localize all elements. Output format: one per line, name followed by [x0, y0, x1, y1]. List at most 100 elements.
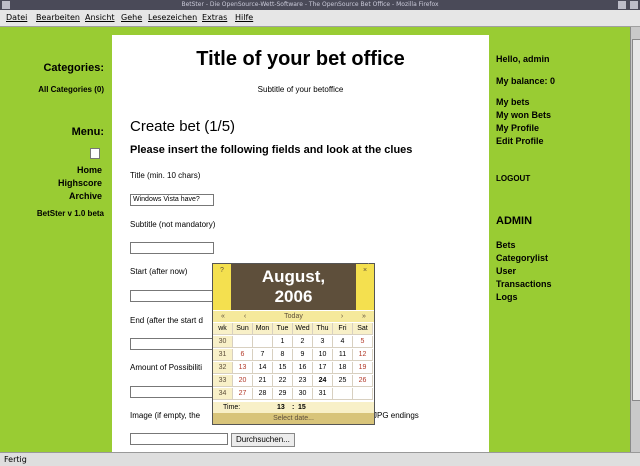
my-profile-link[interactable]: My Profile	[496, 123, 539, 133]
day-cell[interactable]: 16	[293, 362, 313, 374]
menu-hilfe[interactable]: Hilfe	[235, 13, 253, 22]
day-cell[interactable]: 22	[273, 375, 293, 387]
day-cell[interactable]: 1	[273, 336, 293, 348]
calendar-week-row: 34 27 28 29 30 31	[213, 388, 374, 401]
calendar-week-row: 31 6 7 8 9 10 11 12	[213, 349, 374, 362]
minute-field[interactable]: 15	[298, 402, 306, 413]
admin-user-link[interactable]: User	[496, 266, 516, 276]
day-cell[interactable]: 21	[253, 375, 273, 387]
day-cell	[353, 388, 373, 400]
next-year-button[interactable]: »	[356, 311, 372, 322]
prev-month-button[interactable]: ‹	[237, 311, 253, 322]
day-cell[interactable]: 12	[353, 349, 373, 361]
day-cell[interactable]: 24	[313, 375, 333, 387]
day-cell[interactable]: 11	[333, 349, 353, 361]
day-cell[interactable]: 3	[313, 336, 333, 348]
menubar: Datei Bearbeiten Ansicht Gehe Lesezeiche…	[0, 10, 640, 27]
calendar-help-button[interactable]: ?	[213, 264, 231, 310]
admin-heading: ADMIN	[496, 215, 533, 227]
window-title: BetSter - Die OpenSource-Wett-Software -…	[181, 1, 439, 8]
close-window-icon[interactable]	[630, 1, 638, 9]
prev-year-button[interactable]: «	[215, 311, 231, 322]
subtitle-input[interactable]	[130, 242, 214, 254]
image-file-input[interactable]	[130, 433, 228, 445]
menu-datei[interactable]: Datei	[6, 13, 27, 22]
day-cell[interactable]: 29	[273, 388, 293, 400]
day-cell[interactable]: 20	[233, 375, 253, 387]
hour-field[interactable]: 13	[277, 402, 285, 413]
day-cell	[233, 336, 253, 348]
menu-gehe[interactable]: Gehe	[121, 13, 142, 22]
minimize-icon[interactable]	[618, 1, 626, 9]
day-cell[interactable]: 19	[353, 362, 373, 374]
day-cell[interactable]: 23	[293, 375, 313, 387]
logout-link[interactable]: LOGOUT	[496, 174, 530, 183]
admin-categorylist-link[interactable]: Categorylist	[496, 253, 548, 263]
end-input[interactable]	[130, 338, 214, 350]
next-month-button[interactable]: ›	[334, 311, 350, 322]
today-button[interactable]: Today	[257, 311, 330, 322]
day-cell	[253, 336, 273, 348]
day-cell[interactable]: 4	[333, 336, 353, 348]
create-bet-heading: Create bet (1/5)	[130, 118, 236, 135]
image-icon	[90, 148, 100, 159]
day-cell[interactable]: 17	[313, 362, 333, 374]
day-cell[interactable]: 14	[253, 362, 273, 374]
nav-highscore-link[interactable]: Highscore	[58, 178, 102, 188]
weekday-header-cell: Tue	[273, 323, 293, 335]
day-cell[interactable]: 10	[313, 349, 333, 361]
calendar-year: 2006	[274, 287, 313, 306]
amount-input[interactable]	[130, 386, 214, 398]
nav-home-link[interactable]: Home	[77, 165, 102, 175]
calendar-week-row: 30 1 2 3 4 5	[213, 336, 374, 349]
day-cell[interactable]: 13	[233, 362, 253, 374]
scrollbar-thumb[interactable]	[632, 39, 640, 401]
week-number-cell: 33	[213, 375, 233, 387]
nav-archive-link[interactable]: Archive	[69, 191, 102, 201]
calendar-week-row: 33 20 21 22 23 24 25 26	[213, 375, 374, 388]
edit-profile-link[interactable]: Edit Profile	[496, 136, 544, 146]
my-bets-link[interactable]: My bets	[496, 97, 530, 107]
menu-extras[interactable]: Extras	[202, 13, 227, 22]
menu-lesezeichen[interactable]: Lesezeichen	[148, 13, 197, 22]
time-label: Time:	[223, 404, 241, 411]
end-label: End (after the start d	[130, 316, 203, 325]
menu-ansicht[interactable]: Ansicht	[85, 13, 115, 22]
day-cell[interactable]: 30	[293, 388, 313, 400]
day-cell[interactable]: 9	[293, 349, 313, 361]
start-input[interactable]	[130, 290, 214, 302]
calendar-month: August,	[261, 267, 326, 286]
day-cell[interactable]: 8	[273, 349, 293, 361]
day-cell[interactable]: 7	[253, 349, 273, 361]
all-categories-link[interactable]: All Categories (0)	[38, 85, 104, 94]
day-cell[interactable]: 26	[353, 375, 373, 387]
calendar-week-row: 32 13 14 15 16 17 18 19	[213, 362, 374, 375]
day-cell[interactable]: 31	[313, 388, 333, 400]
vertical-scrollbar[interactable]	[630, 27, 640, 452]
menu-bearbeiten[interactable]: Bearbeiten	[36, 13, 80, 22]
day-cell[interactable]: 2	[293, 336, 313, 348]
title-input[interactable]: Windows Vista have?	[130, 194, 214, 206]
day-cell[interactable]: 6	[233, 349, 253, 361]
day-cell[interactable]: 25	[333, 375, 353, 387]
browse-button[interactable]: Durchsuchen...	[231, 433, 295, 447]
admin-bets-link[interactable]: Bets	[496, 240, 516, 250]
week-number-cell: 32	[213, 362, 233, 374]
window-menu-icon[interactable]	[2, 1, 10, 9]
status-text: Fertig	[4, 455, 27, 464]
calendar-nav: « ‹ Today › »	[213, 311, 374, 322]
day-cell[interactable]: 5	[353, 336, 373, 348]
day-cell[interactable]: 15	[273, 362, 293, 374]
page-title: Title of your bet office	[196, 48, 405, 70]
weekday-header-cell: Sat	[353, 323, 373, 335]
instruction-text: Please insert the following fields and l…	[130, 144, 413, 156]
my-won-bets-link[interactable]: My won Bets	[496, 110, 551, 120]
day-cell[interactable]: 27	[233, 388, 253, 400]
image-label-end: JPG endings	[373, 411, 419, 420]
admin-transactions-link[interactable]: Transactions	[496, 279, 552, 289]
admin-logs-link[interactable]: Logs	[496, 292, 518, 302]
day-cell[interactable]: 18	[333, 362, 353, 374]
day-cell[interactable]: 28	[253, 388, 273, 400]
calendar-close-button[interactable]: ×	[356, 264, 374, 310]
calendar-weekday-header: wk Sun Mon Tue Wed Thu Fri Sat	[213, 323, 374, 336]
